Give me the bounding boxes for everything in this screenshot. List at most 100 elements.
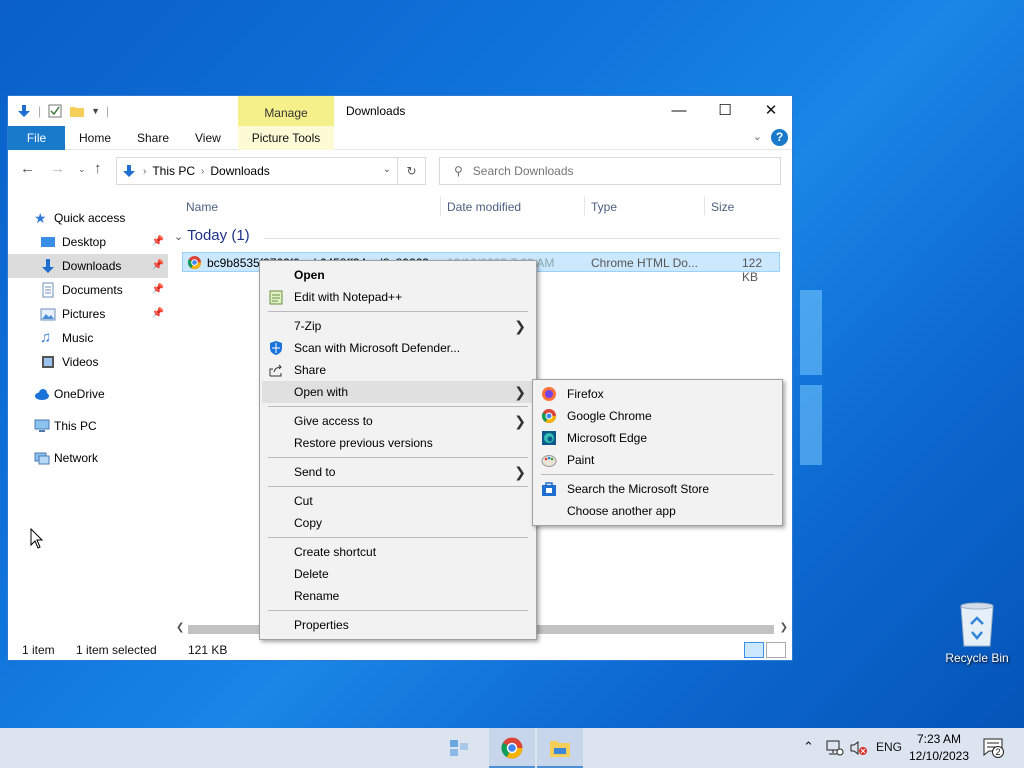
sidebar-item-music[interactable]: ♫ Music [8,326,168,350]
menu-item-open-with[interactable]: Open with ❯ [262,381,534,403]
refresh-icon[interactable]: ↻ [397,158,425,184]
tab-home[interactable]: Home [79,126,111,150]
address-bar[interactable]: › This PC › Downloads ⌄ ↻ [116,157,426,185]
maximize-button[interactable]: ☐ [702,96,748,126]
file-type: Chrome HTML Do... [591,256,698,270]
network-tray-icon[interactable] [826,740,844,756]
search-box[interactable]: ⚲ [439,157,781,185]
menu-item-search-store[interactable]: Search the Microsoft Store [535,478,780,500]
up-arrow-icon[interactable]: ↑ [94,160,102,177]
pin-icon: 📌 [151,260,164,271]
breadcrumb-downloads[interactable]: Downloads [210,164,269,178]
customize-chevron-icon[interactable]: ▼ [91,106,100,116]
language-indicator[interactable]: ENG [876,740,902,754]
column-divider[interactable] [440,196,441,216]
back-arrow-icon[interactable]: ← [20,160,35,177]
sidebar-item-this-pc[interactable]: This PC [8,414,168,438]
column-header-name[interactable]: Name [186,200,218,214]
sidebar-item-desktop[interactable]: Desktop 📌 [8,230,168,254]
menu-item-open[interactable]: Open [262,264,534,286]
tab-file[interactable]: File [8,126,65,150]
context-menu: Open Edit with Notepad++ 7-Zip ❯ Scan wit… [259,260,537,640]
close-button[interactable]: ✕ [748,96,794,126]
recent-locations-chevron-icon[interactable]: ⌄ [78,164,86,175]
menu-item-paint[interactable]: Paint [535,449,780,471]
manage-tab[interactable]: Manage [238,96,334,126]
minimize-button[interactable]: — [656,96,702,126]
chrome-icon [541,409,556,423]
clock[interactable]: 7:23 AM 12/10/2023 [908,731,970,765]
menu-item-firefox[interactable]: Firefox [535,383,780,405]
menu-item-chrome[interactable]: Google Chrome [535,405,780,427]
menu-separator [268,311,528,312]
menu-separator [268,537,528,538]
menu-item-rename[interactable]: Rename [262,585,534,607]
scroll-right-icon[interactable]: ❯ [780,622,788,633]
column-divider[interactable] [584,196,585,216]
tab-picture-tools[interactable]: Picture Tools [238,126,334,150]
sidebar-item-quick-access[interactable]: ★ Quick access [8,206,168,230]
forward-arrow-icon[interactable]: → [50,160,65,177]
downloads-icon [42,259,54,273]
menu-item-copy[interactable]: Copy [262,512,534,534]
breadcrumb-this-pc[interactable]: This PC [152,164,195,178]
menu-item-send-to[interactable]: Send to ❯ [262,461,534,483]
sidebar-item-pictures[interactable]: Pictures 📌 [8,302,168,326]
sidebar-item-documents[interactable]: Documents 📌 [8,278,168,302]
address-dropdown-icon[interactable]: ⌄ [383,164,391,175]
menu-item-choose-app[interactable]: Choose another app [535,500,780,522]
menu-item-properties[interactable]: Properties [262,614,534,636]
column-divider[interactable] [704,196,705,216]
search-input[interactable] [472,164,753,178]
sidebar-item-videos[interactable]: Videos [8,350,168,374]
menu-item-restore[interactable]: Restore previous versions [262,432,534,454]
sidebar-item-label: Music [62,331,94,345]
menu-item-share[interactable]: Share [262,359,534,381]
collapse-chevron-icon[interactable]: ⌄ [174,231,183,243]
tab-view[interactable]: View [195,126,221,150]
sidebar-item-network[interactable]: Network [8,446,168,470]
menu-separator [268,610,528,611]
recycle-bin-desktop-icon[interactable]: Recycle Bin [940,600,1014,665]
menu-item-scan-defender[interactable]: Scan with Microsoft Defender... [262,337,534,359]
help-icon[interactable]: ? [771,129,788,146]
submenu-arrow-icon: ❯ [514,384,526,400]
properties-icon[interactable] [47,103,63,119]
group-header[interactable]: ⌄ Today (1) [174,227,250,244]
sidebar-item-onedrive[interactable]: OneDrive [8,382,168,406]
status-size: 121 KB [188,643,228,657]
large-icons-view-button[interactable] [766,642,786,658]
menu-item-edge[interactable]: Microsoft Edge [535,427,780,449]
new-folder-icon[interactable] [69,103,85,119]
taskbar-file-explorer-button[interactable] [537,728,583,768]
clock-time: 7:23 AM [916,732,962,746]
details-view-button[interactable] [744,642,764,658]
menu-separator [268,457,528,458]
windows-logo-wallpaper [800,280,1024,520]
column-header-type[interactable]: Type [591,200,617,214]
down-arrow-icon[interactable] [16,103,32,119]
column-header-size[interactable]: Size [711,200,734,214]
menu-item-cut[interactable]: Cut [262,490,534,512]
notepad-plus-plus-icon [269,290,283,305]
column-headers: Name Date modified Type Size [178,194,786,218]
volume-muted-icon[interactable] [850,740,868,756]
menu-item-give-access[interactable]: Give access to ❯ [262,410,534,432]
tab-share[interactable]: Share [137,126,169,150]
sidebar-item-downloads[interactable]: Downloads 📌 [8,254,168,278]
menu-item-delete[interactable]: Delete [262,563,534,585]
menu-item-7zip[interactable]: 7-Zip ❯ [262,315,534,337]
menu-item-edit-notepad[interactable]: Edit with Notepad++ [262,286,534,308]
taskbar-chrome-button[interactable] [489,728,535,768]
microsoft-store-icon [542,482,556,496]
submenu-arrow-icon: ❯ [514,413,526,429]
show-hidden-icons-chevron-icon[interactable]: ⌃ [803,739,814,755]
task-view-button[interactable] [436,728,482,768]
submenu-arrow-icon: ❯ [514,318,526,334]
action-center-button[interactable]: 2 [983,738,1005,758]
expand-ribbon-icon[interactable]: ⌄ [753,130,762,143]
scroll-left-icon[interactable]: ❮ [176,622,184,633]
menu-item-create-shortcut[interactable]: Create shortcut [262,541,534,563]
column-header-date[interactable]: Date modified [447,200,521,214]
pictures-icon [40,308,56,321]
